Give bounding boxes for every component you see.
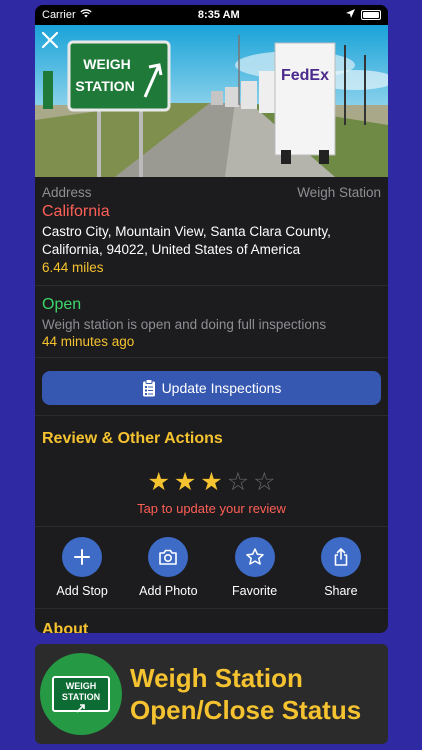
add-photo-button[interactable]: Add Photo [128, 537, 208, 598]
update-inspections-label: Update Inspections [161, 380, 282, 396]
promo-banner: WEIGH STATION Weigh Station Open/Close S… [35, 644, 388, 744]
favorite-button[interactable]: Favorite [215, 537, 295, 598]
clipboard-icon [142, 379, 155, 397]
action-row: Add Stop Add Photo Favorite Share [35, 527, 388, 609]
star-icon [245, 548, 264, 565]
star-rating[interactable]: ★ ★ ★ ☆ ☆ [42, 470, 381, 495]
banner-line2: Open/Close Status [130, 695, 362, 725]
share-icon [334, 548, 348, 566]
star-outline-icon[interactable]: ☆ [227, 470, 249, 495]
truck-brand-text: FedEx [281, 67, 329, 84]
hero-photo: FedEx WEIGH STATION [35, 25, 388, 177]
address-label: Address [42, 185, 92, 200]
banner-line1: Weigh Station [130, 663, 303, 693]
location-type: Weigh Station [297, 185, 381, 200]
add-stop-label: Add Stop [56, 584, 108, 598]
status-description: Weigh station is open and doing full ins… [42, 317, 327, 332]
logo-line1: WEIGH [65, 681, 97, 691]
sign-line1-text: WEIGH [83, 56, 130, 72]
battery-icon [361, 10, 381, 20]
app-screen: Carrier 8:35 AM FedEx WEIGH STATION Addr… [35, 5, 388, 633]
distance: 6.44 miles [42, 260, 104, 275]
update-section: Update Inspections [35, 358, 388, 416]
open-status: Open [42, 296, 82, 313]
close-button[interactable] [41, 31, 65, 55]
favorite-label: Favorite [232, 584, 278, 598]
full-address[interactable]: Castro City, Mountain View, Santa Clara … [42, 223, 381, 259]
update-inspections-button[interactable]: Update Inspections [42, 371, 381, 405]
star-icon[interactable]: ★ [174, 470, 196, 495]
share-label: Share [324, 584, 358, 598]
review-prompt[interactable]: Tap to update your review [42, 501, 381, 516]
star-icon[interactable]: ★ [200, 470, 222, 495]
wifi-icon [79, 9, 92, 21]
close-icon [41, 31, 59, 49]
logo-line2: STATION [61, 692, 101, 702]
address-section: Address Weigh Station California Castro … [35, 177, 388, 286]
star-icon[interactable]: ★ [147, 470, 169, 495]
clock: 8:35 AM [197, 9, 240, 21]
camera-icon [159, 549, 178, 565]
add-photo-label: Add Photo [139, 584, 198, 598]
location-arrow-icon [346, 9, 355, 21]
address-line-2: California, 94022, United States of Amer… [42, 242, 301, 257]
address-line-1: Castro City, Mountain View, Santa Clara … [42, 224, 331, 239]
state-name: California [42, 203, 110, 220]
carrier-label: Carrier [42, 9, 76, 21]
share-button[interactable]: Share [301, 537, 381, 598]
star-outline-icon[interactable]: ☆ [253, 470, 275, 495]
arrow-icon [76, 704, 85, 713]
review-section: Review & Other Actions ★ ★ ★ ☆ ☆ Tap to … [35, 416, 388, 527]
about-heading: About [42, 621, 89, 633]
review-title: Review & Other Actions [42, 430, 223, 447]
plus-icon [74, 549, 91, 565]
add-stop-button[interactable]: Add Stop [42, 537, 122, 598]
app-logo: WEIGH STATION [40, 653, 122, 735]
sign-line2-text: STATION [75, 78, 134, 94]
status-bar: Carrier 8:35 AM [35, 5, 388, 25]
status-section: Open Weigh station is open and doing ful… [35, 286, 388, 358]
last-updated: 44 minutes ago [42, 334, 135, 349]
